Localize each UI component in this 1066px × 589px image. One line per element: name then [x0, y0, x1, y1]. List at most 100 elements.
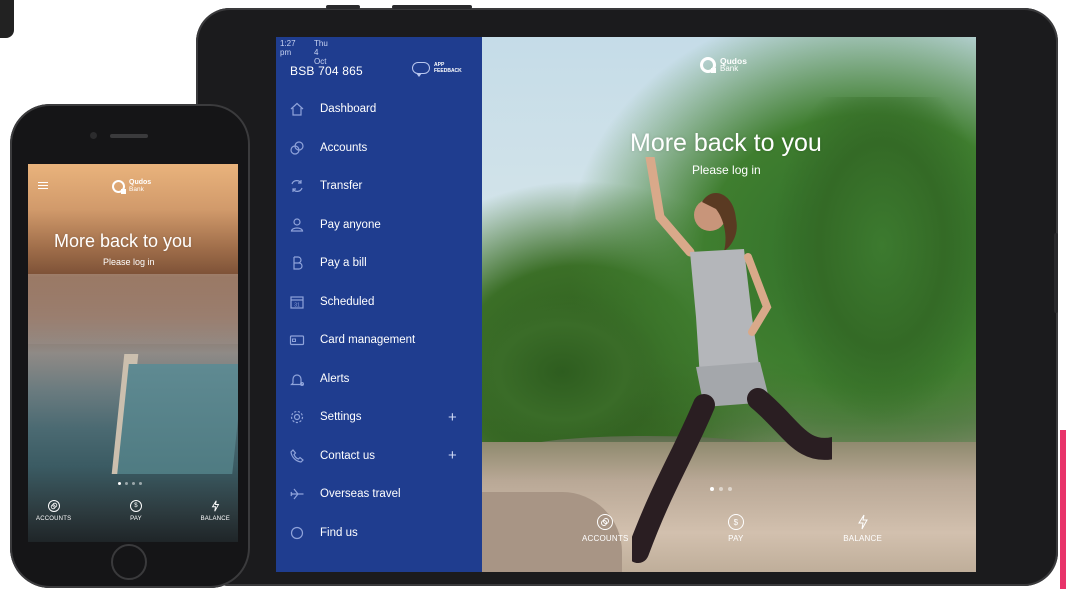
hamburger-menu-icon[interactable]: [38, 182, 48, 189]
phone-hero-pool: [117, 364, 238, 474]
menu-label: Card management: [320, 334, 416, 347]
menu-item-card-management[interactable]: Card management: [276, 321, 482, 360]
app-feedback-button[interactable]: APP FEEDBACK: [412, 62, 462, 77]
menu-label: Pay a bill: [320, 257, 367, 270]
qudos-logo-icon: [700, 57, 716, 73]
phone-camera: [90, 132, 97, 139]
carousel-dots: [710, 487, 732, 491]
menu-item-overseas-travel[interactable]: Overseas travel: [276, 475, 482, 514]
menu-list: Dashboard Accounts Transfer Pay anyone P…: [276, 90, 482, 552]
dollar-icon: $: [727, 514, 744, 530]
transfer-icon: [288, 177, 306, 195]
qudos-logo-icon: [112, 179, 126, 194]
menu-item-settings[interactable]: Settings +: [276, 398, 482, 437]
home-icon: [288, 100, 306, 118]
expand-plus-icon[interactable]: +: [448, 447, 457, 464]
menu-label: Transfer: [320, 180, 363, 193]
menu-item-find-us[interactable]: Find us: [276, 514, 482, 553]
card-icon: [288, 331, 306, 349]
menu-item-dashboard[interactable]: Dashboard: [276, 90, 482, 129]
carousel-dot[interactable]: [719, 487, 723, 491]
nav-pay-button[interactable]: $ PAY: [727, 514, 744, 543]
phone-speaker: [110, 134, 148, 138]
coins-icon: [597, 514, 614, 530]
menu-item-alerts[interactable]: Alerts: [276, 360, 482, 399]
nav-label: BALANCE: [843, 534, 882, 543]
carousel-dot[interactable]: [139, 482, 142, 485]
nav-label: BALANCE: [200, 516, 230, 522]
menu-label: Scheduled: [320, 295, 375, 308]
bsb-number: BSB 704 865: [290, 64, 363, 78]
login-link[interactable]: Please log in: [692, 163, 761, 177]
carousel-dot[interactable]: [710, 487, 714, 491]
menu-label: Accounts: [320, 141, 368, 154]
nav-label: ACCOUNTS: [36, 516, 72, 522]
feedback-label-line2: FEEDBACK: [434, 68, 462, 74]
phone-quick-nav: ACCOUNTS $ PAY BALANCE: [36, 500, 230, 522]
plane-icon: [288, 485, 306, 503]
location-icon: [288, 524, 306, 542]
background-accent-strip: [1060, 430, 1066, 589]
phone-home-button[interactable]: [111, 544, 147, 580]
coins-icon: [47, 500, 60, 512]
menu-item-pay-a-bill[interactable]: Pay a bill: [276, 244, 482, 283]
tablet-hero-photo: Qudos Bank More back to you Please log i…: [482, 37, 976, 572]
tablet-device: 1:27 pm Thu 4 Oct BSB 704 865 APP FEEDBA…: [196, 5, 1058, 586]
menu-label: Alerts: [320, 372, 350, 385]
carousel-dot[interactable]: [132, 482, 135, 485]
chat-bubble-icon: [412, 62, 430, 77]
phone-device: Qudos Bank More back to you Please log i…: [10, 104, 250, 588]
hero-title: More back to you: [54, 231, 193, 251]
nav-accounts-button[interactable]: ACCOUNTS: [36, 500, 71, 522]
nav-label: PAY: [728, 534, 744, 543]
menu-label: Overseas travel: [320, 488, 401, 501]
phone-icon: [288, 447, 306, 465]
login-link[interactable]: Please log in: [103, 257, 155, 267]
expand-plus-icon[interactable]: +: [448, 409, 457, 426]
background-device-corner: [0, 0, 14, 38]
menu-label: Find us: [320, 526, 358, 539]
phone-screen: Qudos Bank More back to you Please log i…: [28, 164, 238, 542]
menu-label: Dashboard: [320, 103, 377, 116]
carousel-dot[interactable]: [125, 482, 128, 485]
coins-icon: [288, 139, 306, 157]
phone-hero-surf: [28, 274, 238, 344]
nav-label: PAY: [130, 516, 142, 522]
tablet-side-button: [1054, 233, 1058, 313]
menu-item-accounts[interactable]: Accounts: [276, 129, 482, 168]
carousel-dot[interactable]: [728, 487, 732, 491]
carousel-dots: [118, 482, 142, 485]
status-date: Thu 4 Oct: [314, 39, 328, 66]
tablet-quick-nav: ACCOUNTS $ PAY BALANCE: [582, 514, 882, 543]
carousel-dot[interactable]: [118, 482, 121, 485]
tablet-screen: 1:27 pm Thu 4 Oct BSB 704 865 APP FEEDBA…: [276, 37, 976, 572]
svg-text:31: 31: [294, 302, 300, 308]
menu-item-scheduled[interactable]: 31 Scheduled: [276, 283, 482, 322]
menu-item-transfer[interactable]: Transfer: [276, 167, 482, 206]
bell-icon: [288, 370, 306, 388]
brand-subname: Bank: [720, 64, 739, 73]
bolt-icon: [209, 500, 221, 512]
nav-accounts-button[interactable]: ACCOUNTS: [582, 514, 629, 543]
bolt-icon: [855, 514, 871, 530]
tablet-volume-button: [326, 5, 360, 9]
menu-label: Contact us: [320, 449, 375, 462]
nav-label: ACCOUNTS: [582, 534, 629, 543]
hero-title: More back to you: [630, 129, 822, 157]
dollar-icon: $: [129, 500, 142, 512]
tablet-power-button: [392, 5, 472, 9]
brand-subname: Bank: [129, 186, 144, 193]
phone-status-bar: [28, 166, 238, 174]
menu-item-pay-anyone[interactable]: Pay anyone: [276, 206, 482, 245]
menu-item-contact-us[interactable]: Contact us +: [276, 437, 482, 476]
status-time: 1:27 pm: [280, 39, 296, 57]
nav-balance-button[interactable]: BALANCE: [843, 514, 882, 543]
gear-icon: [288, 408, 306, 426]
nav-balance-button[interactable]: BALANCE: [201, 500, 230, 522]
bpay-icon: [288, 254, 306, 272]
menu-label: Pay anyone: [320, 218, 381, 231]
nav-pay-button[interactable]: $ PAY: [129, 500, 142, 522]
menu-label: Settings: [320, 411, 362, 424]
brand-name: Qudos: [129, 179, 152, 186]
qudos-bank-logo: Qudos Bank: [700, 57, 747, 73]
